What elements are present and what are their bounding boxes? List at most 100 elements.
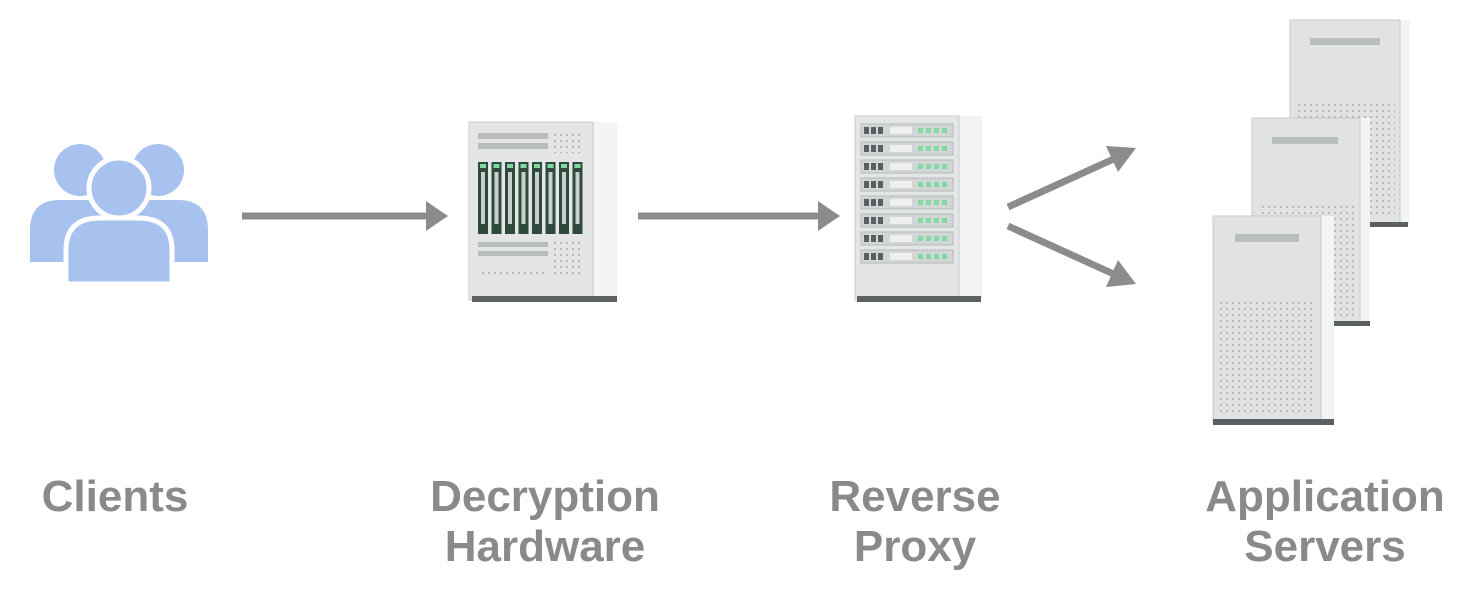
blade-slot-handle [535,172,539,224]
rack-unit-led [918,146,923,151]
rack-unit-led [926,254,931,259]
rack-unit-led [926,128,931,133]
rack-unit-port [878,145,883,152]
blade-slot-handle [481,172,485,224]
rack-unit-port [864,181,869,188]
rack-unit-port [878,217,883,224]
rack-unit-port [864,163,869,170]
rack-unit-led [942,128,947,133]
rack-unit-led [926,182,931,187]
rack-unit-led [918,200,923,205]
rack-unit-panel [890,217,912,224]
node-label-reverse-proxy: Reverse Proxy [790,472,1040,572]
rack-unit-led [942,200,947,205]
blade-slot-handle [548,172,553,224]
label-line: Servers [1244,522,1406,571]
rack-unit-led [918,164,923,169]
blade-slot-led [480,164,486,168]
blade-slot-led [507,164,513,168]
rack-unit-port [871,163,876,170]
rack-unit-panel [890,181,912,188]
rack-unit-port [871,127,876,134]
rack-unit-port [864,145,869,152]
rack-unit-led [918,182,923,187]
rack-unit-panel [890,145,912,152]
rack-unit-port [871,145,876,152]
blade-slot-led [574,164,581,168]
rack-unit-port [871,253,876,260]
arrow-decryption-to-proxy [638,201,840,231]
blade-slot-handle [575,172,580,224]
blade-slot-led [534,164,540,168]
rack-unit-led [926,146,931,151]
label-line: Decryption [430,472,660,521]
rack-unit-led [942,182,947,187]
rack-unit-led [926,200,931,205]
rack-unit-led [934,254,939,259]
rack-unit-led [926,236,931,241]
rack-unit-led [918,254,923,259]
rack-unit-port [878,181,883,188]
rack-unit-port [864,199,869,206]
label-line: Clients [41,472,189,521]
rack-unit-led [934,218,939,223]
rack-unit-port [864,127,869,134]
rack-unit-led [918,218,923,223]
node-label-application-servers: Application Servers [1180,472,1470,572]
rack-unit-port [871,181,876,188]
label-line: Application [1205,472,1445,521]
rack-unit-led [918,236,923,241]
blade-slot-led [493,164,500,168]
rack-unit-led [918,128,923,133]
arrow-clients-to-decryption [242,201,448,231]
rack-unit-port [864,253,869,260]
arrow-proxy-to-servers-upper [1006,146,1136,211]
node-label-clients: Clients [20,472,210,522]
rack-unit-port [871,235,876,242]
arrow-proxy-to-servers-lower [1006,222,1136,287]
rack-unit-panel [890,163,912,170]
decryption-hardware-icon [468,121,618,302]
rack-unit-port [871,217,876,224]
rack-unit-port [871,199,876,206]
label-line: Reverse [829,472,1001,521]
blade-slot-led [520,164,527,168]
rack-unit-led [934,164,939,169]
rack-unit-panel [890,235,912,242]
blade-slot-led [561,164,567,168]
application-servers-icon [1212,19,1410,425]
rack-unit-port [864,235,869,242]
rack-unit-led [934,236,939,241]
blade-slot-handle [562,172,566,224]
rack-unit-led [942,146,947,151]
blade-slot-handle [521,172,526,224]
blade-slot-handle [508,172,512,224]
reverse-proxy-icon [854,115,982,302]
label-line: Hardware [444,522,646,571]
rack-unit-led [934,182,939,187]
rack-unit-port [878,253,883,260]
blade-slot-handle [494,172,499,224]
rack-unit-panel [890,199,912,206]
rack-unit-led [942,164,947,169]
node-label-decryption-hardware: Decryption Hardware [390,472,700,572]
diagram-stage: Clients Decryption Hardware Reverse Prox… [0,0,1472,592]
rack-unit-led [942,254,947,259]
label-line: Proxy [853,522,977,571]
rack-unit-led [934,128,939,133]
rack-unit-led [934,200,939,205]
rack-unit-port [878,127,883,134]
rack-unit-port [864,217,869,224]
users-icon [30,144,208,287]
rack-unit-led [926,164,931,169]
rack-unit-port [878,163,883,170]
rack-unit-panel [890,253,912,260]
tower-server-front [1212,215,1334,425]
rack-unit-port [878,235,883,242]
rack-unit-panel [890,127,912,134]
blade-slot-led [547,164,554,168]
rack-unit-led [934,146,939,151]
rack-unit-port [878,199,883,206]
rack-unit-led [926,218,931,223]
rack-unit-led [942,236,947,241]
